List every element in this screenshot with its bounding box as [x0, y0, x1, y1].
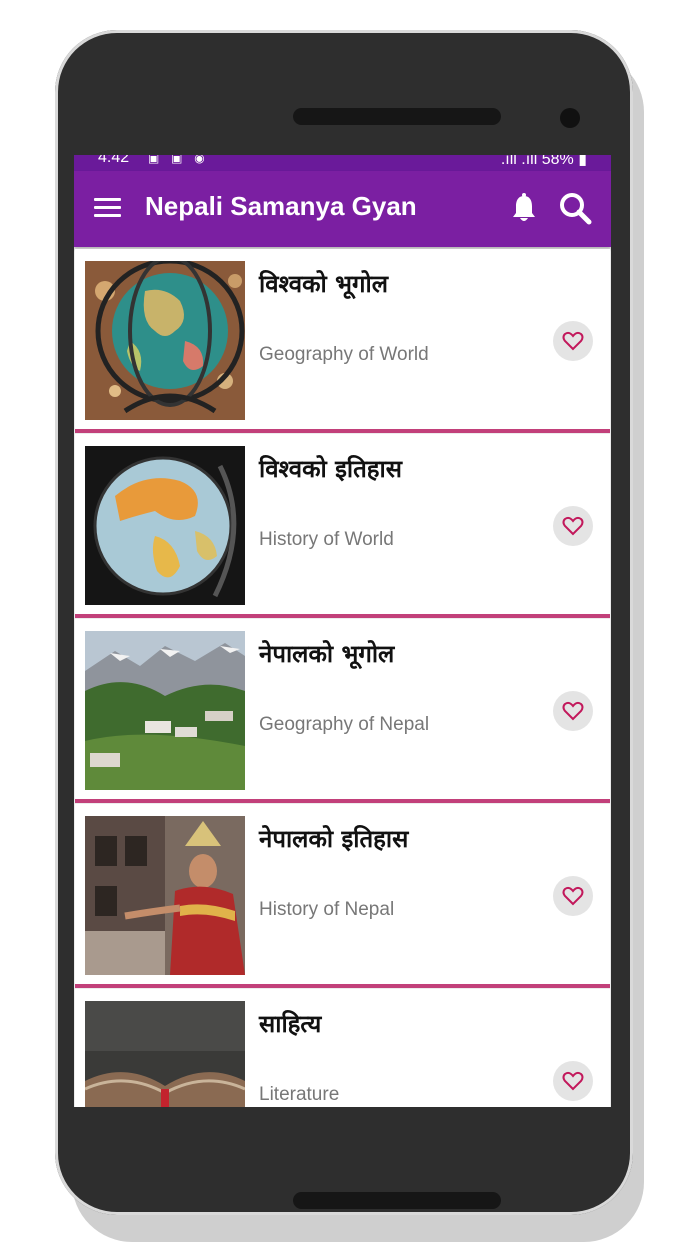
item-title: विश्वको इतिहास [259, 455, 402, 483]
open-book-image [85, 1001, 245, 1107]
list-item[interactable]: विश्वको भूगोल Geography of World [75, 249, 610, 433]
nepal-culture-image [85, 816, 245, 975]
item-subtitle: Geography of World [259, 344, 429, 365]
menu-icon[interactable] [94, 198, 121, 218]
status-bar: 4:42 ▣ ▣ ◉ .ıll .ıll 58% ▮ [74, 155, 611, 171]
list-item[interactable]: नेपालको इतिहास History of Nepal [75, 804, 610, 988]
phone-camera [560, 108, 580, 128]
favorite-button[interactable] [553, 1061, 593, 1101]
favorite-button[interactable] [553, 876, 593, 916]
notification-icons: ▣ ▣ ◉ [148, 155, 209, 165]
item-subtitle: History of Nepal [259, 899, 395, 920]
app-screen: 4:42 ▣ ▣ ◉ .ıll .ıll 58% ▮ Nepali Samany… [74, 155, 611, 1107]
favorite-button[interactable] [553, 691, 593, 731]
heart-icon [562, 331, 584, 351]
heart-icon [562, 516, 584, 536]
list-item[interactable]: विश्वको इतिहास History of World [75, 434, 610, 618]
list-item[interactable]: नेपालको भूगोल Geography of Nepal [75, 619, 610, 803]
nepal-mountain-image [85, 631, 245, 790]
favorite-button[interactable] [553, 506, 593, 546]
status-time: 4:42 [98, 155, 130, 166]
list-item[interactable]: साहित्य Literature [75, 989, 610, 1107]
item-subtitle: History of World [259, 529, 394, 550]
item-subtitle: Literature [259, 1084, 340, 1105]
app-title: Nepali Samanya Gyan [145, 191, 417, 221]
world-globe-image [85, 446, 245, 605]
favorite-button[interactable] [553, 321, 593, 361]
search-icon[interactable] [558, 191, 592, 225]
item-title: साहित्य [259, 1010, 322, 1038]
globe-stand-image [85, 261, 245, 420]
item-title: नेपालको इतिहास [259, 825, 409, 853]
heart-icon [562, 1071, 584, 1091]
heart-icon [562, 701, 584, 721]
phone-speaker [293, 108, 501, 125]
item-subtitle: Geography of Nepal [259, 714, 430, 735]
battery-signal-status: .ıll .ıll 58% ▮ [500, 155, 587, 168]
heart-icon [562, 886, 584, 906]
bell-icon[interactable] [510, 193, 538, 223]
item-title: नेपालको भूगोल [259, 640, 395, 668]
item-title: विश्वको भूगोल [259, 270, 388, 298]
app-bar: Nepali Samanya Gyan [74, 171, 611, 247]
phone-bottom-speaker [293, 1192, 501, 1209]
